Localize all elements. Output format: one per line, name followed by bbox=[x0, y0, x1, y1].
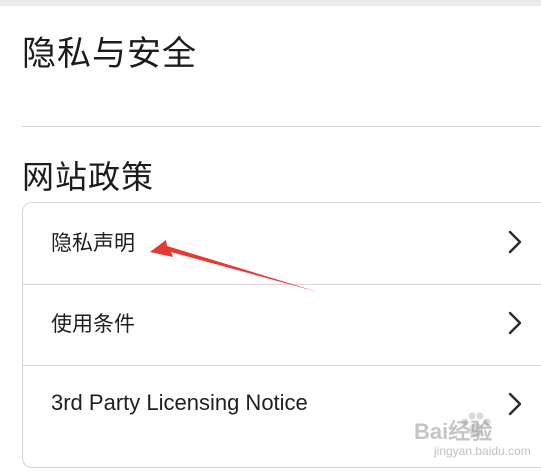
list-item-label: 3rd Party Licensing Notice bbox=[51, 390, 308, 415]
divider bbox=[22, 126, 541, 127]
chevron-right-icon bbox=[508, 311, 522, 335]
list-item-terms-of-use[interactable]: 使用条件 bbox=[23, 284, 541, 366]
list-item-third-party-licensing[interactable]: 3rd Party Licensing Notice bbox=[23, 365, 541, 447]
top-strip bbox=[0, 0, 541, 6]
list-item-privacy-statement[interactable]: 隐私声明 bbox=[23, 203, 541, 285]
list-item-label: 隐私声明 bbox=[51, 231, 135, 255]
chevron-right-icon bbox=[508, 392, 522, 416]
chevron-right-icon bbox=[508, 230, 522, 254]
section-title: 网站政策 bbox=[22, 158, 155, 196]
policy-list-card: 隐私声明 使用条件 3rd Party Licensing Notice bbox=[22, 202, 541, 468]
list-item-label: 使用条件 bbox=[51, 312, 135, 336]
page-title: 隐私与安全 bbox=[22, 34, 197, 74]
